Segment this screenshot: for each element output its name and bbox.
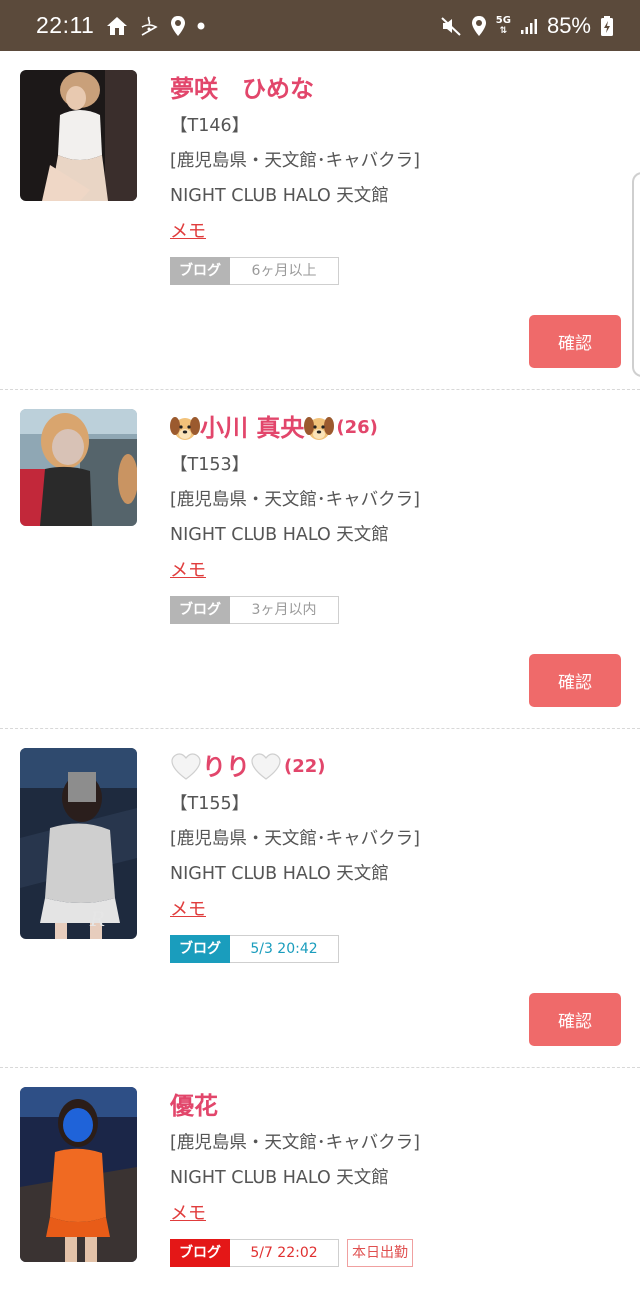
blog-label: ブログ [170,1239,230,1267]
5g-icon: 5G ⇅ [495,14,511,36]
profile-photo[interactable] [20,1087,137,1262]
memo-link[interactable]: メモ [170,553,206,588]
cast-shop: NIGHT CLUB HALO 天文館 [170,864,389,884]
notification-app-icon [138,15,160,37]
list-item: 小川 真央 (26) 【T153】 [鹿児島県・天文館･キャバクラ] NIGHT… [0,390,640,729]
blog-date: 5/3 20:42 [230,935,339,963]
cast-name-text: 小川 真央 [200,414,305,442]
confirm-button[interactable]: 確認 [529,654,621,707]
cast-name-text: 優花 [170,1092,218,1120]
blog-status[interactable]: ブログ 5/3 20:42 [170,935,620,963]
cast-name-text: りり [202,753,250,781]
profile-photo[interactable]: R [20,748,137,939]
dog-face-icon [170,414,200,442]
cast-code: 【T153】 [170,455,250,475]
blog-date: 3ヶ月以内 [230,596,339,624]
home-icon [106,16,128,36]
blog-date: 5/7 22:02 [230,1239,339,1267]
cast-age: (22) [284,756,326,777]
blog-status[interactable]: ブログ 3ヶ月以内 [170,596,620,624]
location-pin-icon [170,15,186,37]
white-heart-icon [170,753,202,781]
network-type: 5G [495,14,511,26]
confirm-button[interactable]: 確認 [529,993,621,1046]
cast-name-text: 夢咲 ひめな [170,75,314,103]
work-today-badge: 本日出勤 [347,1239,413,1267]
cast-name[interactable]: 優花 [170,1086,620,1126]
cast-code: 【T146】 [170,116,250,136]
list-item: 優花 [鹿児島県・天文館･キャバクラ] NIGHT CLUB HALO 天文館 … [0,1068,640,1298]
cast-region: [鹿児島県・天文館･キャバクラ] [170,1133,420,1153]
blog-date: 6ヶ月以上 [230,257,339,285]
list-item: R りり (22) 【T155】 [鹿児島県・天文館･キャバクラ] NIGHT … [0,729,640,1068]
signal-icon [520,17,538,35]
cast-name[interactable]: 小川 真央 (26) [170,408,620,448]
location-icon [471,15,487,37]
blog-label: ブログ [170,596,230,624]
memo-link[interactable]: メモ [170,1196,206,1231]
status-bar: 22:11 5G ⇅ 85% [0,0,640,51]
cast-shop: NIGHT CLUB HALO 天文館 [170,186,389,206]
cast-shop: NIGHT CLUB HALO 天文館 [170,525,389,545]
cast-region: [鹿児島県・天文館･キャバクラ] [170,490,420,510]
cast-code: 【T155】 [170,794,250,814]
cast-region: [鹿児島県・天文館･キャバクラ] [170,829,420,849]
list-item: 夢咲 ひめな 【T146】 [鹿児島県・天文館･キャバクラ] NIGHT CLU… [0,51,640,390]
cast-region: [鹿児島県・天文館･キャバクラ] [170,151,420,171]
blog-status[interactable]: ブログ 5/7 22:02 本日出勤 [170,1239,620,1267]
dot-icon [196,21,206,31]
cast-name[interactable]: りり (22) [170,747,620,787]
blog-label: ブログ [170,257,230,285]
dog-face-icon [304,414,335,442]
white-heart-icon [250,753,282,781]
memo-link[interactable]: メモ [170,892,206,927]
cast-age: (26) [336,417,378,438]
memo-link[interactable]: メモ [170,214,206,249]
cast-name[interactable]: 夢咲 ひめな [170,69,620,109]
cast-list: 夢咲 ひめな 【T146】 [鹿児島県・天文館･キャバクラ] NIGHT CLU… [0,51,640,1298]
profile-photo[interactable] [20,70,137,201]
blog-status[interactable]: ブログ 6ヶ月以上 [170,257,620,285]
status-time: 22:11 [36,12,95,38]
battery-charging-icon [600,15,614,37]
svg-text:R: R [89,907,105,931]
profile-photo[interactable] [20,409,137,526]
mute-icon [440,15,462,37]
cast-shop: NIGHT CLUB HALO 天文館 [170,1168,389,1188]
battery-percentage: 85% [546,12,591,38]
confirm-button[interactable]: 確認 [529,315,621,368]
blog-label: ブログ [170,935,230,963]
